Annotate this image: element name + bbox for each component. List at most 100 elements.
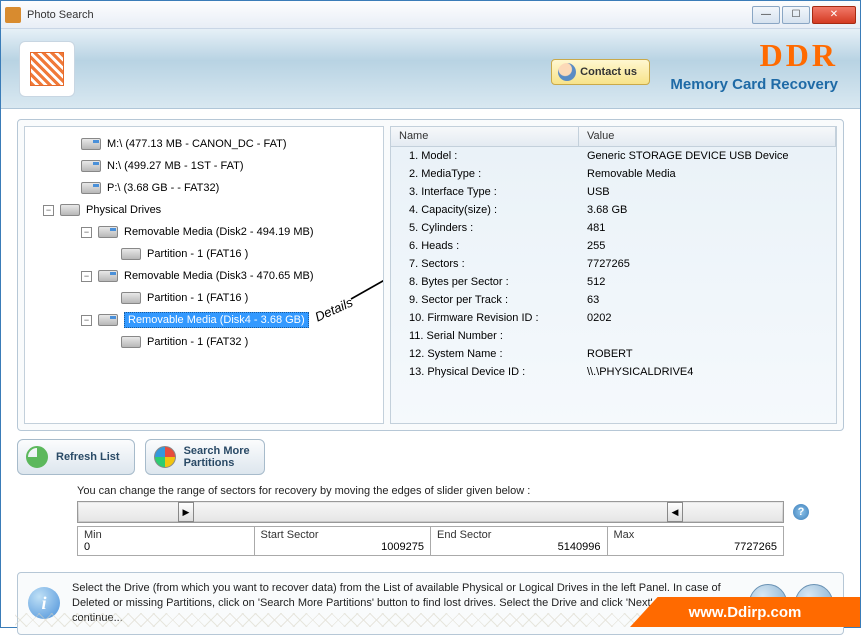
property-name: 3. Interface Type : [391, 186, 579, 198]
refresh-list-button[interactable]: Refresh List [17, 439, 135, 475]
tree-item-logical-drive[interactable]: P:\ (3.68 GB - - FAT32) [29, 177, 379, 199]
tree-item-partition[interactable]: Partition - 1 (FAT32 ) [29, 331, 379, 353]
property-value: \\.\PHYSICALDRIVE4 [579, 366, 836, 378]
property-row[interactable]: 1. Model :Generic STORAGE DEVICE USB Dev… [391, 147, 836, 165]
properties-body[interactable]: 1. Model :Generic STORAGE DEVICE USB Dev… [391, 147, 836, 423]
partition-icon [121, 248, 141, 260]
refresh-icon [26, 446, 48, 468]
property-value: 3.68 GB [579, 204, 836, 216]
collapse-icon[interactable]: − [81, 315, 92, 326]
refresh-label: Refresh List [56, 451, 120, 463]
app-icon [5, 7, 21, 23]
property-row[interactable]: 9. Sector per Track :63 [391, 291, 836, 309]
brand-block: DDR Memory Card Recovery [670, 37, 838, 93]
partition-icon [121, 292, 141, 304]
property-row[interactable]: 10. Firmware Revision ID :0202 [391, 309, 836, 327]
removable-icon [98, 314, 118, 326]
sector-values-row: Min0 Start Sector1009275 End Sector51409… [77, 526, 784, 556]
window-title: Photo Search [27, 9, 752, 21]
drive-icon [81, 138, 101, 150]
property-name: 6. Heads : [391, 240, 579, 252]
property-row[interactable]: 3. Interface Type :USB [391, 183, 836, 201]
tree-item-removable-media-selected[interactable]: −Removable Media (Disk4 - 3.68 GB) [29, 309, 379, 331]
removable-icon [98, 226, 118, 238]
window-controls: — ☐ ✕ [752, 6, 856, 24]
titlebar: Photo Search — ☐ ✕ [1, 1, 860, 29]
property-value: 7727265 [579, 258, 836, 270]
property-value: 512 [579, 276, 836, 288]
sector-slider-section: You can change the range of sectors for … [17, 485, 844, 556]
drive-tree[interactable]: M:\ (477.13 MB - CANON_DC - FAT) N:\ (49… [24, 126, 384, 424]
property-value: 255 [579, 240, 836, 252]
property-name: 12. System Name : [391, 348, 579, 360]
property-name: 11. Serial Number : [391, 330, 579, 342]
property-name: 7. Sectors : [391, 258, 579, 270]
slider-handle-end[interactable]: ◀ [667, 502, 683, 522]
collapse-icon[interactable]: − [81, 227, 92, 238]
collapse-icon[interactable]: − [43, 205, 54, 216]
contact-label: Contact us [580, 66, 637, 78]
tree-item-logical-drive[interactable]: N:\ (499.27 MB - 1ST - FAT) [29, 155, 379, 177]
property-row[interactable]: 13. Physical Device ID :\\.\PHYSICALDRIV… [391, 363, 836, 381]
property-row[interactable]: 4. Capacity(size) :3.68 GB [391, 201, 836, 219]
drives-group-icon [60, 204, 80, 216]
tree-item-removable-media[interactable]: −Removable Media (Disk2 - 494.19 MB) [29, 221, 379, 243]
property-value: Generic STORAGE DEVICE USB Device [579, 150, 836, 162]
property-name: 9. Sector per Track : [391, 294, 579, 306]
removable-icon [98, 270, 118, 282]
slider-handle-start[interactable]: ▶ [178, 502, 194, 522]
action-bar: Refresh List Search MorePartitions [17, 439, 844, 475]
property-row[interactable]: 12. System Name :ROBERT [391, 345, 836, 363]
column-header-value[interactable]: Value [579, 127, 836, 146]
property-value: USB [579, 186, 836, 198]
close-button[interactable]: ✕ [812, 6, 856, 24]
brand-name: DDR [670, 37, 838, 74]
property-value: 63 [579, 294, 836, 306]
footer-url-banner: www.Ddirp.com [630, 597, 860, 627]
collapse-icon[interactable]: − [81, 271, 92, 282]
tree-item-removable-media[interactable]: −Removable Media (Disk3 - 470.65 MB) [29, 265, 379, 287]
help-icon[interactable]: ? [793, 504, 809, 520]
maximize-button[interactable]: ☐ [782, 6, 810, 24]
property-row[interactable]: 5. Cylinders :481 [391, 219, 836, 237]
search-more-partitions-button[interactable]: Search MorePartitions [145, 439, 265, 475]
person-icon [558, 63, 576, 81]
main-panel: M:\ (477.13 MB - CANON_DC - FAT) N:\ (49… [17, 119, 844, 431]
search-more-l1: Search More [184, 445, 250, 457]
drive-icon [81, 182, 101, 194]
properties-table: Name Value 1. Model :Generic STORAGE DEV… [390, 126, 837, 424]
tree-item-partition[interactable]: Partition - 1 (FAT16 ) [29, 243, 379, 265]
property-name: 2. MediaType : [391, 168, 579, 180]
drive-icon [81, 160, 101, 172]
property-row[interactable]: 7. Sectors :7727265 [391, 255, 836, 273]
min-cell: Min0 [78, 527, 255, 555]
tree-item-logical-drive[interactable]: M:\ (477.13 MB - CANON_DC - FAT) [29, 133, 379, 155]
property-value: ROBERT [579, 348, 836, 360]
properties-header: Name Value [391, 127, 836, 147]
contact-us-button[interactable]: Contact us [551, 59, 650, 85]
search-more-l2: Partitions [184, 457, 235, 469]
product-logo [19, 41, 75, 97]
window: Photo Search — ☐ ✕ Contact us DDR Memory… [0, 0, 861, 628]
sector-slider[interactable]: ▶ ◀ ? [77, 501, 784, 523]
tree-item-physical-drives[interactable]: −Physical Drives [29, 199, 379, 221]
property-row[interactable]: 8. Bytes per Sector :512 [391, 273, 836, 291]
property-name: 5. Cylinders : [391, 222, 579, 234]
property-row[interactable]: 11. Serial Number : [391, 327, 836, 345]
property-name: 1. Model : [391, 150, 579, 162]
property-row[interactable]: 2. MediaType :Removable Media [391, 165, 836, 183]
property-name: 4. Capacity(size) : [391, 204, 579, 216]
column-header-name[interactable]: Name [391, 127, 579, 146]
property-value: Removable Media [579, 168, 836, 180]
property-value: 481 [579, 222, 836, 234]
banner: Contact us DDR Memory Card Recovery [1, 29, 860, 109]
end-sector-cell: End Sector5140996 [431, 527, 608, 555]
content-area: M:\ (477.13 MB - CANON_DC - FAT) N:\ (49… [1, 109, 860, 560]
minimize-button[interactable]: — [752, 6, 780, 24]
partition-icon [121, 336, 141, 348]
tree-item-partition[interactable]: Partition - 1 (FAT16 ) [29, 287, 379, 309]
property-value: 0202 [579, 312, 836, 324]
property-name: 10. Firmware Revision ID : [391, 312, 579, 324]
property-row[interactable]: 6. Heads :255 [391, 237, 836, 255]
pie-icon [154, 446, 176, 468]
